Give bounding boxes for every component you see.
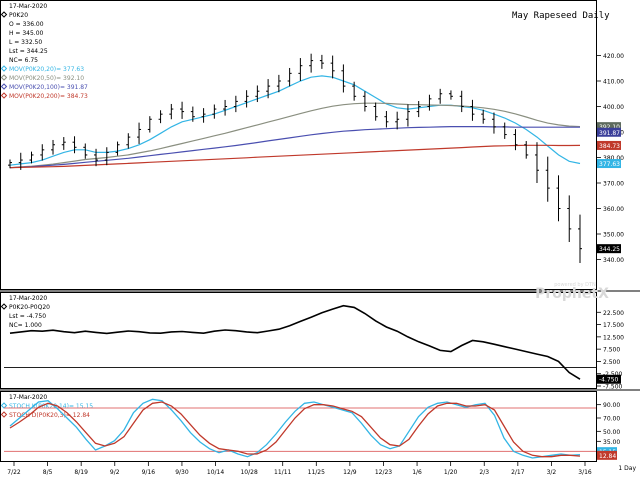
chart-canvas: May Rapeseed Daily ProphetX powered by D… [0,0,640,476]
x-tick-label: 11/11 [274,469,291,476]
x-tick-label: 12/9 [343,469,357,476]
legend-entry: NC= 6.75 [9,57,38,64]
price-panel-frame [0,0,597,290]
stoch-value-tags: 15.1512.84 [597,447,617,460]
watermark-brand: ProphetX [535,286,609,302]
x-tick-label: 1/6 [412,469,422,476]
legend-entry: MOV(P0K20,50)= 392.10 [9,75,84,82]
price-y-tick-label: 410.00 [603,79,624,86]
legend-entry: STOCH D(P0K20,3)= 12.84 [9,412,90,419]
stoch-y-tick-label: 50.00 [603,429,620,436]
price-y-tick-label: 400.00 [603,104,624,111]
price-y-tick-label: 350.00 [603,232,624,239]
legend-entry: 17-Mar-2020 [9,295,47,302]
x-tick-label: 2/17 [511,469,525,476]
legend-entry: O = 336.00 [9,21,44,28]
x-tick-label: 9/2 [110,469,120,476]
timeframe-label: 1 Day [618,465,636,472]
x-tick-label: 3/16 [578,469,592,476]
spread-y-tick-label: 17.500 [603,322,624,329]
spread-value-tags: -4.750 [597,374,621,384]
x-tick-label: 7/22 [7,469,21,476]
stoch-value-tag-label: 12.84 [599,453,616,460]
x-tick-label: 10/28 [240,469,257,476]
stoch-y-tick-label: 90.00 [603,402,620,409]
legend-entry: Lst = 344.25 [9,48,48,55]
x-tick-label: 11/25 [308,469,325,476]
legend-entry: 17-Mar-2020 [9,3,47,10]
price-y-tick-label: 370.00 [603,181,624,188]
spread-y-tick-label: 22.500 [603,310,624,317]
legend-entry: L = 332.50 [9,39,42,46]
price-value-tag-label: 391.87 [599,130,620,137]
price-value-tag-label: 377.63 [599,161,620,168]
stoch-y-tick-label: 70.00 [603,416,620,423]
chart-title: May Rapeseed Daily [512,11,610,21]
x-tick-label: 8/5 [43,469,53,476]
x-tick-label: 3/2 [547,469,557,476]
spread-y-tick-label: -7.500 [603,384,623,391]
x-tick-label: 2/3 [479,469,489,476]
legend-entry: MOV(P0K20,100)= 391.87 [9,84,88,91]
price-y-tick-label: 420.00 [603,53,624,60]
x-tick-label: 9/16 [142,469,156,476]
legend-entry: MOV(P0K20,20)= 377.63 [9,66,84,73]
legend-entry: P0K20-P0Q20 [9,304,50,311]
price-value-tag-label: 384.73 [599,143,620,150]
x-tick-label: 12/23 [375,469,392,476]
price-value-tag-label: 344.25 [599,246,620,253]
x-tick-label: 1/20 [444,469,458,476]
spread-value-tag-label: -4.750 [599,377,619,384]
price-y-tick-label: 360.00 [603,206,624,213]
legend-entry: P0K20 [9,12,28,19]
x-tick-label: 10/14 [207,469,224,476]
spread-y-tick-label: 2.500 [603,359,620,366]
spread-panel-frame [0,292,597,389]
legend-entry: H = 345.00 [9,30,44,37]
spread-y-tick-label: 7.500 [603,347,620,354]
legend-entry: Lst = -4.750 [9,313,46,320]
legend-entry: NC= 1.000 [9,322,42,329]
x-tick-label: 9/30 [175,469,189,476]
price-y-tick-label: 340.00 [603,257,624,264]
watermark-sub: powered by DTN [554,282,596,288]
legend-entry: 17-Mar-2020 [9,394,47,401]
x-axis: 7/22 8/5 8/19 9/2 9/16 9/30 10/14 10/28 11/11 11/… [7,462,592,476]
x-tick-label: 8/19 [74,469,88,476]
legend-entry: MOV(P0K20,200)= 384.73 [9,93,88,100]
stoch-y-tick-label: 35.00 [603,439,620,446]
spread-y-tick-label: 12.500 [603,334,624,341]
